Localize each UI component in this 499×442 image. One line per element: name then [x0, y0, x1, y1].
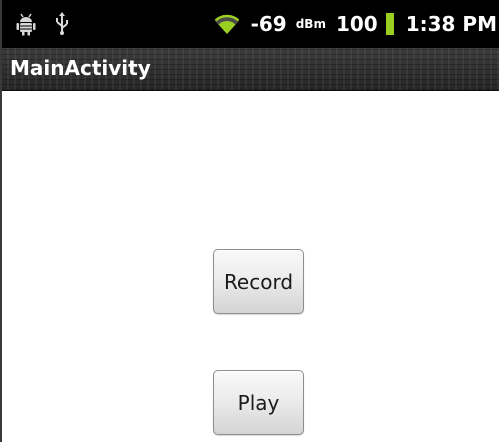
play-button[interactable]: Play	[213, 370, 304, 435]
usb-icon	[54, 12, 70, 36]
battery-icon	[385, 13, 394, 35]
status-bar-system: -69 dBm 100 1:38 PM	[213, 8, 497, 40]
status-bar-notifications	[16, 10, 70, 38]
record-button[interactable]: Record	[213, 249, 304, 314]
action-title-bar: MainActivity	[0, 48, 499, 91]
wifi-signal-unit: dBm	[295, 17, 326, 31]
play-button-label: Play	[237, 390, 280, 415]
status-clock: 1:38 PM	[405, 12, 497, 36]
screen-left-border	[0, 0, 2, 442]
android-debug-icon	[16, 12, 36, 36]
app-screen: -69 dBm 100 1:38 PM MainActivity Record …	[0, 0, 499, 442]
battery-percent: 100	[335, 12, 378, 36]
wifi-signal-value: -69	[250, 12, 287, 36]
status-bar: -69 dBm 100 1:38 PM	[0, 0, 499, 48]
wifi-icon	[213, 12, 241, 36]
record-button-label: Record	[223, 269, 294, 294]
activity-title: MainActivity	[10, 56, 151, 80]
